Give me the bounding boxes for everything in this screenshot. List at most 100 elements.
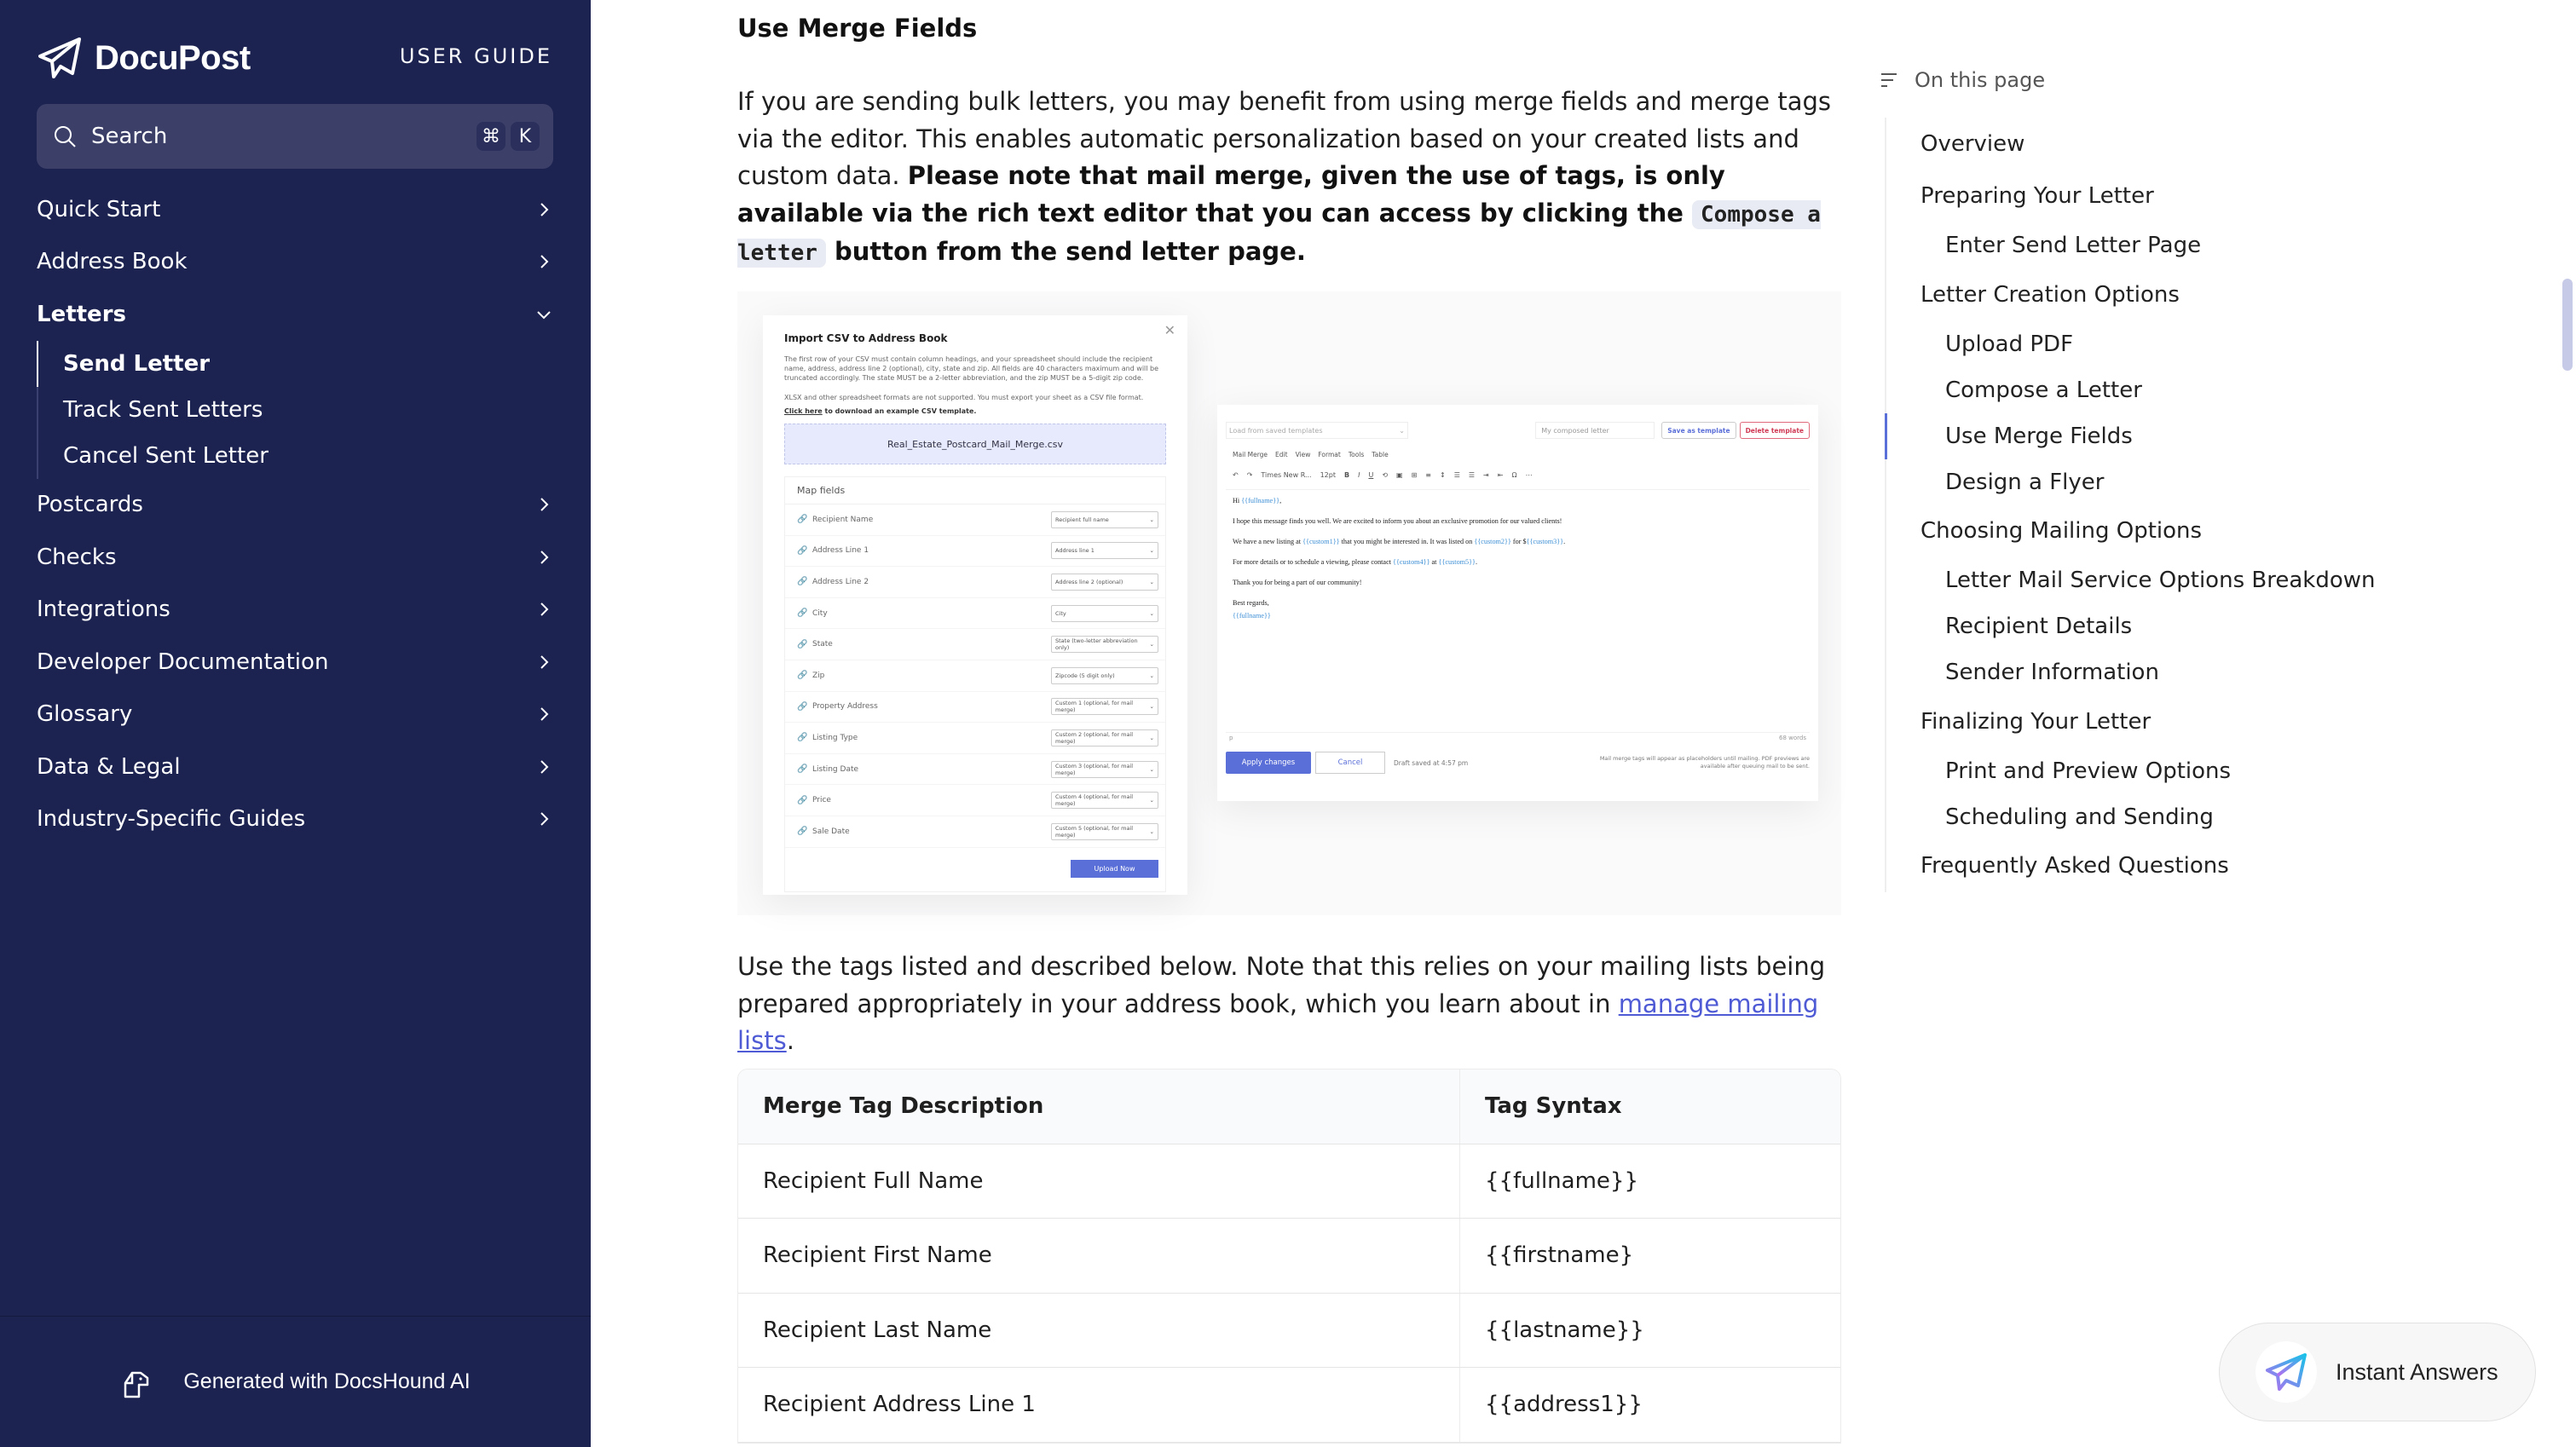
- field-mapping-value: Recipient full name: [1055, 516, 1109, 523]
- letter-text: We have a new listing at: [1233, 538, 1303, 545]
- menu-view: View: [1295, 451, 1311, 458]
- link-icon: 🔗: [797, 577, 808, 587]
- search-button[interactable]: Search ⌘ K: [37, 104, 553, 169]
- field-mapping-select: Custom 3 (optional, for mail merge) ⌄: [1051, 760, 1158, 778]
- toc-item-recipient-details[interactable]: Recipient Details: [1886, 603, 2536, 649]
- field-mapping-select: Recipient full name ⌄: [1051, 510, 1158, 528]
- map-field-row: 🔗 Sale Date Custom 5 (optional, for mail m…: [785, 816, 1165, 848]
- toc-item-preparing-your-letter[interactable]: Preparing Your Letter: [1886, 170, 2536, 223]
- image-icon: ▣: [1396, 470, 1403, 479]
- sidebar-item-developer-documentation[interactable]: Developer Documentation: [37, 636, 553, 689]
- tag-description: Recipient First Name: [738, 1219, 1460, 1293]
- csv-modal-format-note: XLSX and other spreadsheet formats are n…: [784, 394, 1144, 401]
- map-field-row: 🔗 Recipient Name Recipient full name ⌄: [785, 504, 1165, 536]
- brand-logo[interactable]: DocuPost: [37, 34, 251, 82]
- toc-item-choosing-mailing-options[interactable]: Choosing Mailing Options: [1886, 505, 2536, 558]
- table-row: Recipient First Name {{firstname}: [738, 1219, 1840, 1294]
- sidebar-item-data-legal[interactable]: Data & Legal: [37, 741, 553, 793]
- chevron-right-icon: [540, 707, 549, 721]
- toc-item-sender-information[interactable]: Sender Information: [1886, 649, 2536, 695]
- section-label: USER GUIDE: [399, 44, 552, 68]
- tags-intro-paragraph: Use the tags listed and described below.…: [737, 948, 1841, 1060]
- menu-mail-merge: Mail Merge: [1233, 451, 1268, 458]
- toc-item-finalizing-your-letter[interactable]: Finalizing Your Letter: [1886, 695, 2536, 748]
- merge-tags-table: Merge Tag Description Tag Syntax Recipie…: [737, 1069, 1841, 1444]
- letter-text: Thank you for being a part of our commun…: [1233, 579, 1362, 586]
- field-mapping-value: Address line 1: [1055, 547, 1095, 555]
- chevron-down-icon: ⌄: [1149, 797, 1154, 804]
- line-height-icon: ↕: [1440, 470, 1446, 479]
- toc-title: On this page: [1915, 68, 2046, 92]
- chevron-down-icon: ⌄: [1149, 734, 1154, 741]
- sidebar-nav: Quick Start Address Book Letters Send Le…: [37, 183, 553, 845]
- toc-item-scheduling-and-sending[interactable]: Scheduling and Sending: [1886, 794, 2536, 840]
- toc-item-overview[interactable]: Overview: [1886, 118, 2536, 170]
- csv-template-link: Click here to download an example CSV te…: [784, 407, 1166, 415]
- menu-edit: Edit: [1275, 451, 1288, 458]
- toc-item-frequently-asked-questions[interactable]: Frequently Asked Questions: [1886, 840, 2536, 893]
- field-mapping-value: State (two-letter abbreviation only): [1055, 637, 1138, 652]
- toc-item-upload-pdf[interactable]: Upload PDF: [1886, 321, 2536, 367]
- chevron-right-icon: [540, 760, 549, 774]
- csv-field-label: Recipient Name: [812, 515, 874, 524]
- sidebar-item-checks[interactable]: Checks: [37, 531, 553, 584]
- csv-template-text: to download an example CSV template.: [822, 407, 977, 415]
- apply-changes-button: Apply changes: [1226, 752, 1311, 774]
- tag-description: Recipient Full Name: [738, 1144, 1460, 1218]
- sidebar-item-cancel-sent-letter[interactable]: Cancel Sent Letter: [63, 433, 553, 479]
- page-scrollbar-thumb[interactable]: [2562, 279, 2573, 371]
- sidebar-item-industry-specific-guides[interactable]: Industry-Specific Guides: [37, 793, 553, 846]
- chevron-down-icon: ⌄: [1149, 578, 1154, 585]
- sidebar-item-letters[interactable]: Letters: [37, 288, 553, 341]
- field-mapping-select: Custom 5 (optional, for mail merge) ⌄: [1051, 822, 1158, 840]
- shortcut-cmd-key: ⌘: [477, 122, 505, 151]
- search-label: Search: [91, 124, 168, 149]
- sidebar-item-glossary[interactable]: Glossary: [37, 689, 553, 741]
- chevron-down-icon: ⌄: [1149, 672, 1154, 679]
- redo-icon: ↷: [1246, 470, 1253, 479]
- link-icon: 🔗: [797, 795, 808, 805]
- sidebar-item-postcards[interactable]: Postcards: [37, 479, 553, 532]
- merge-tag: {{custom5}}: [1438, 558, 1476, 566]
- sidebar-item-label: Industry-Specific Guides: [37, 806, 306, 833]
- toc-item-use-merge-fields[interactable]: Use Merge Fields: [1885, 412, 2536, 459]
- toc-item-compose-a-letter[interactable]: Compose a Letter: [1886, 367, 2536, 413]
- sidebar-item-send-letter[interactable]: Send Letter: [37, 340, 553, 387]
- menu-table: Table: [1372, 451, 1389, 458]
- docshound-footer-link[interactable]: Generated with DocsHound AI: [0, 1316, 591, 1447]
- cancel-button: Cancel: [1315, 752, 1385, 774]
- letter-text: ,: [1279, 497, 1282, 504]
- csv-modal-title: Import CSV to Address Book: [784, 332, 948, 344]
- field-mapping-value: Custom 5 (optional, for mail merge): [1055, 824, 1134, 839]
- tag-syntax: {{lastname}}: [1485, 1317, 1644, 1343]
- link-icon: 🔗: [797, 764, 808, 775]
- toc-item-print-and-preview-options[interactable]: Print and Preview Options: [1886, 748, 2536, 794]
- field-mapping-select: Custom 2 (optional, for mail merge) ⌄: [1051, 729, 1158, 747]
- numbered-list-icon: ☰: [1453, 470, 1460, 479]
- sidebar-item-quick-start[interactable]: Quick Start: [37, 183, 553, 236]
- shortcut-k-key: K: [511, 122, 540, 151]
- delete-template-button: Delete template: [1739, 422, 1810, 439]
- merge-tag: {{custom3}}: [1526, 538, 1564, 545]
- instant-answers-button[interactable]: Instant Answers: [2219, 1323, 2536, 1421]
- sidebar-item-track-sent-letters[interactable]: Track Sent Letters: [63, 387, 553, 433]
- toc-item-enter-send-letter-page[interactable]: Enter Send Letter Page: [1886, 222, 2536, 268]
- sidebar-item-address-book[interactable]: Address Book: [37, 236, 553, 289]
- csv-field-label: City: [812, 608, 828, 618]
- chevron-right-icon: [540, 498, 549, 511]
- map-field-row: 🔗 Zip Zipcode (5 digit only) ⌄: [785, 660, 1165, 692]
- merge-tag: {{custom2}}: [1474, 538, 1511, 545]
- letter-text: for $: [1510, 538, 1527, 545]
- map-field-row: 🔗 City City ⌄: [785, 598, 1165, 630]
- toc-item-design-a-flyer[interactable]: Design a Flyer: [1886, 459, 2536, 505]
- csv-field-label: State: [812, 640, 833, 649]
- map-field-row: 🔗 Listing Date Custom 3 (optional, for mai…: [785, 754, 1165, 786]
- toc-item-letter-mail-service-options-breakdown[interactable]: Letter Mail Service Options Breakdown: [1886, 557, 2536, 603]
- sidebar-item-integrations[interactable]: Integrations: [37, 584, 553, 637]
- sidebar-item-label: Integrations: [37, 597, 170, 623]
- link-icon: 🔗: [797, 639, 808, 649]
- letters-subnav: Send Letter Track Sent Letters Cancel Se…: [37, 340, 553, 479]
- intro-paragraph: If you are sending bulk letters, you may…: [737, 84, 1841, 273]
- brand-name: DocuPost: [95, 38, 251, 77]
- toc-item-letter-creation-options[interactable]: Letter Creation Options: [1886, 268, 2536, 321]
